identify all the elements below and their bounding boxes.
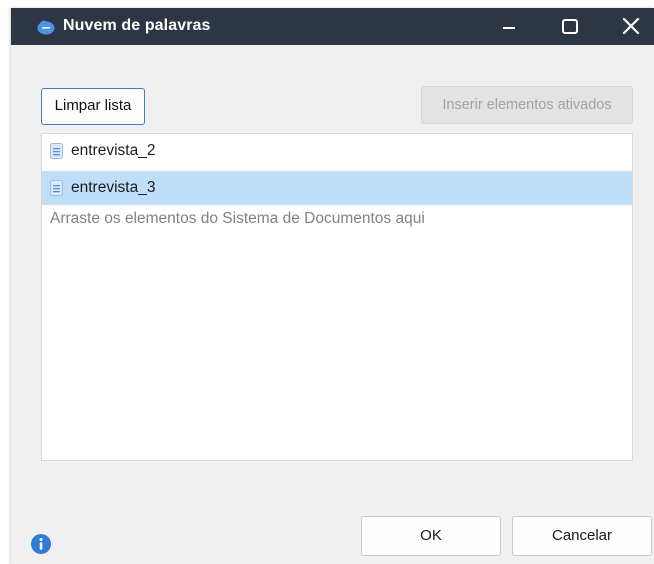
cloud-app-icon [37, 19, 55, 35]
info-icon[interactable] [30, 533, 52, 555]
list-item-label: entrevista_2 [71, 142, 156, 159]
maximize-icon [562, 19, 578, 34]
document-list[interactable]: entrevista_2 entrevista_3 Arraste os ele… [41, 133, 633, 461]
list-item-label: entrevista_3 [71, 179, 156, 196]
list-item[interactable]: entrevista_2 [42, 134, 632, 168]
close-button[interactable] [608, 8, 654, 45]
maximize-button[interactable] [548, 8, 594, 45]
insert-activated-button[interactable]: Inserir elementos ativados [421, 86, 633, 124]
dialog-window: Nuvem de palavras Limpar lista Inserir e… [11, 8, 654, 564]
window-title: Nuvem de palavras [63, 17, 211, 34]
list-item-selected[interactable]: entrevista_3 [42, 171, 632, 205]
minimize-icon [503, 27, 515, 29]
drop-hint: Arraste os elementos do Sistema de Docum… [50, 210, 425, 227]
title-bar[interactable]: Nuvem de palavras [11, 8, 654, 45]
document-icon [50, 143, 63, 159]
cancel-button[interactable]: Cancelar [512, 516, 652, 556]
ok-button[interactable]: OK [361, 516, 501, 556]
minimize-button[interactable] [494, 8, 540, 45]
document-icon [50, 180, 63, 196]
clear-list-button[interactable]: Limpar lista [41, 88, 145, 125]
close-icon [622, 17, 640, 35]
